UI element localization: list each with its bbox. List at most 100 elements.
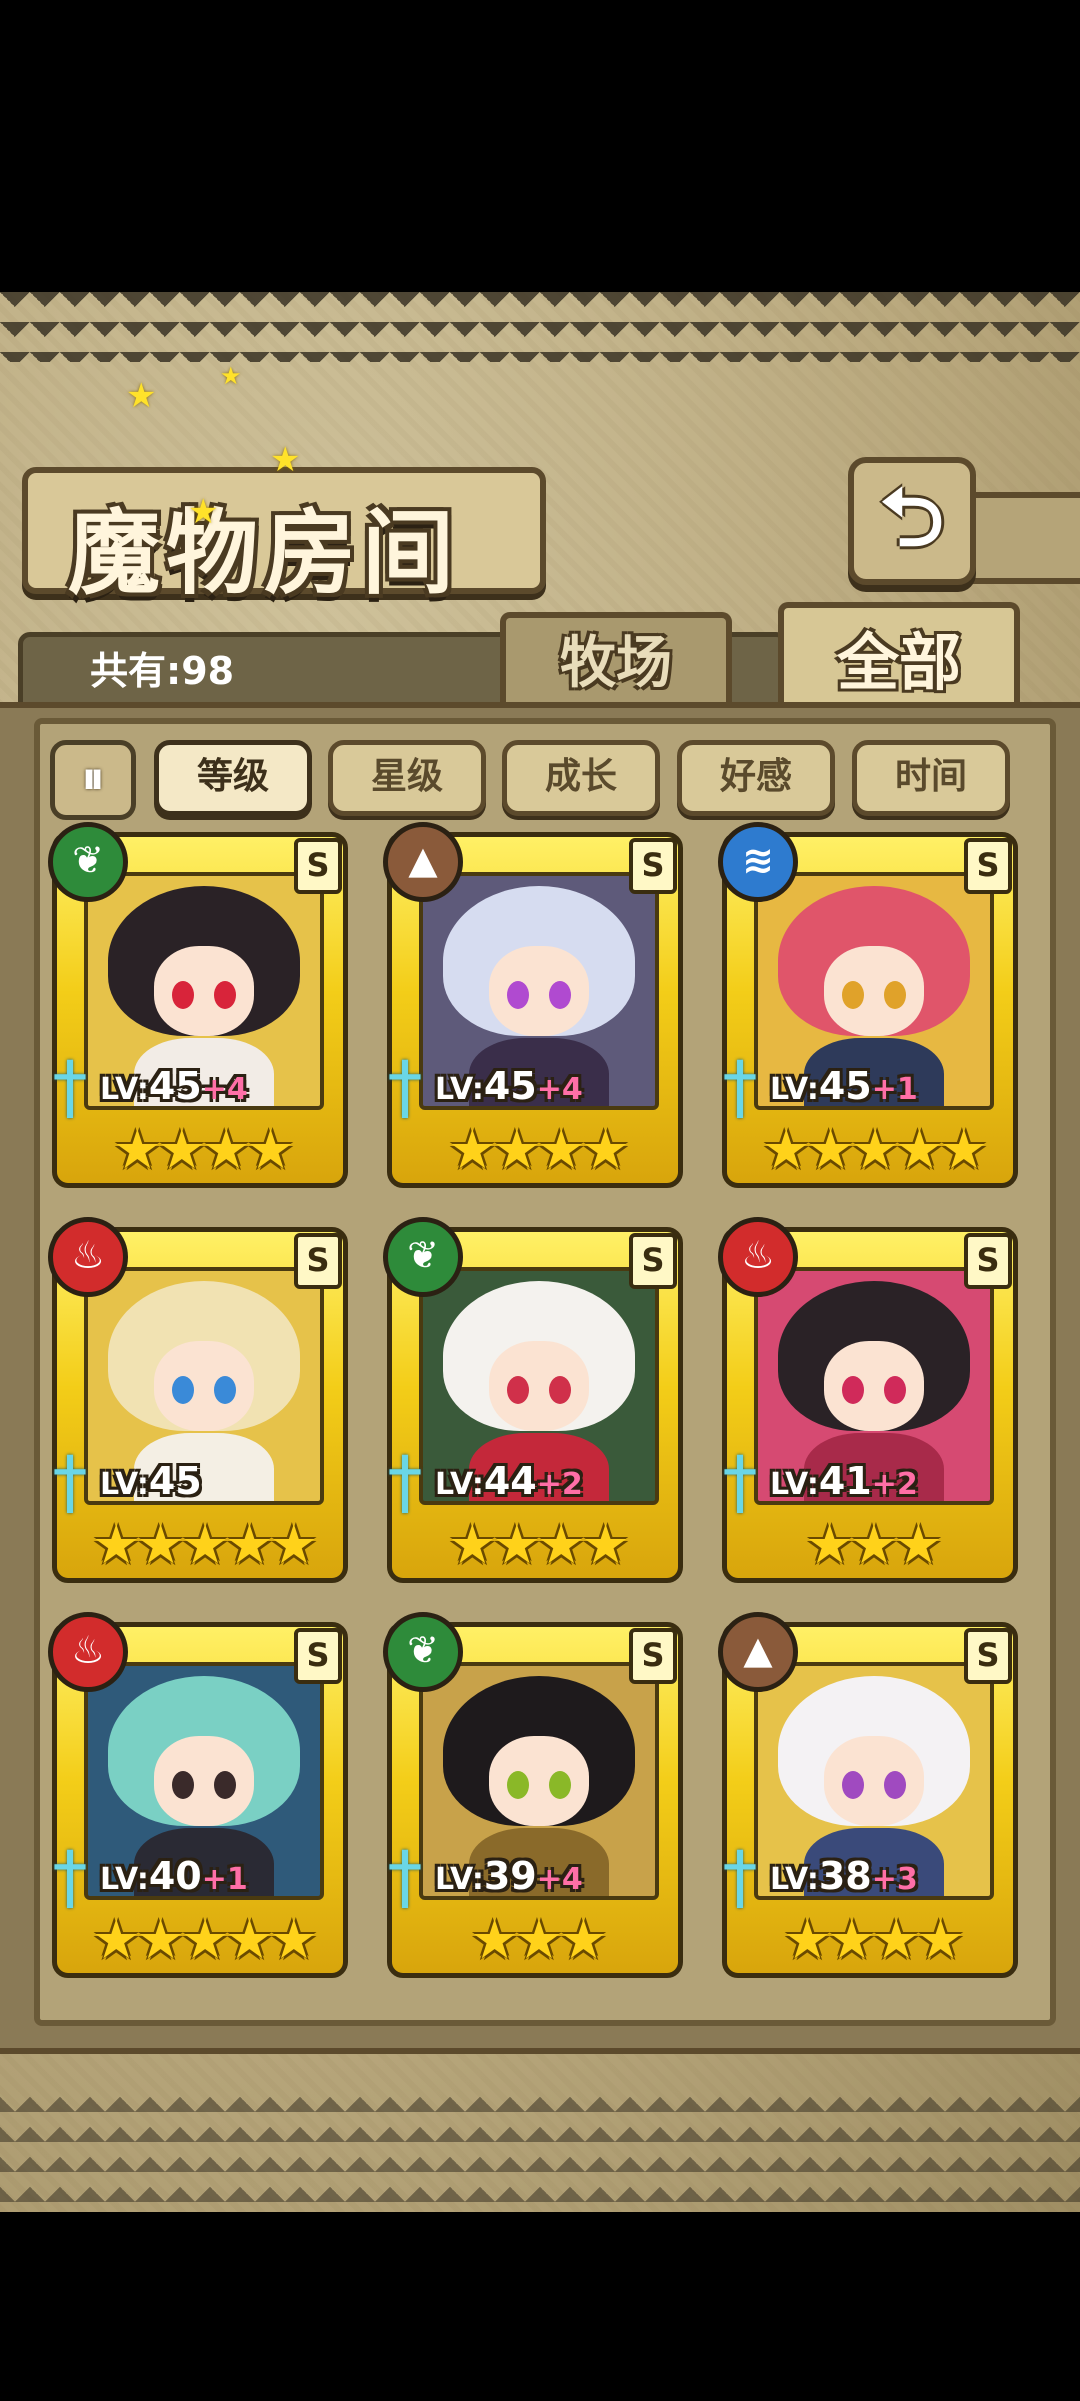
portrait-eye xyxy=(214,1376,236,1404)
level-value: 40 xyxy=(148,1854,202,1898)
monster-card[interactable]: ❦ S † LV:39+4 ★★★ xyxy=(383,1612,683,1978)
bottom-zigzag-border xyxy=(0,2082,1080,2212)
portrait-eye xyxy=(549,1376,571,1404)
star-rating: ★★★★ xyxy=(113,1118,295,1181)
portrait-face xyxy=(489,1341,589,1431)
monster-card[interactable]: ♨ S † LV:45 ★★★★★ xyxy=(48,1217,348,1583)
level-prefix: LV: xyxy=(770,1467,819,1502)
sword-icon: † xyxy=(52,1046,88,1128)
portrait-eye xyxy=(842,981,864,1009)
sword-icon: † xyxy=(387,1046,423,1128)
portrait-eye xyxy=(172,1376,194,1404)
portrait-eye xyxy=(884,1771,906,1799)
sword-icon: † xyxy=(387,1441,423,1523)
sort-level-button[interactable]: 等级 xyxy=(154,740,312,816)
portrait-eye xyxy=(214,1771,236,1799)
monster-card[interactable]: ❦ S † LV:45+4 ★★★★ xyxy=(48,822,348,1188)
monster-card[interactable]: ▲ S † LV:45+4 ★★★★ xyxy=(383,822,683,1188)
element-fire-icon: ♨ xyxy=(48,1217,128,1297)
element-water-icon: ≋ xyxy=(718,822,798,902)
monster-card[interactable]: ♨ S † LV:41+2 ★★★ xyxy=(718,1217,1018,1583)
element-nature-icon: ❦ xyxy=(383,1612,463,1692)
element-fire-icon: ♨ xyxy=(48,1612,128,1692)
element-fire-icon: ♨ xyxy=(718,1217,798,1297)
level-value: 45 xyxy=(148,1459,202,1503)
rank-badge: S xyxy=(294,1628,342,1684)
portrait-eye xyxy=(549,1771,571,1799)
monster-card[interactable]: ≋ S † LV:45+1 ★★★★★ xyxy=(718,822,1018,1188)
sort-affection-button[interactable]: 好感 xyxy=(677,740,835,816)
back-arrow-icon: ⮌ xyxy=(879,471,945,564)
level-label: LV:40+1 xyxy=(100,1854,330,1900)
level-value: 44 xyxy=(483,1459,537,1503)
level-label: LV:41+2 xyxy=(770,1459,1000,1505)
back-button[interactable]: ⮌ xyxy=(848,457,976,585)
portrait-face xyxy=(154,946,254,1036)
level-prefix: LV: xyxy=(770,1862,819,1897)
sparkle-star-icon: ★ xyxy=(220,362,242,390)
top-zigzag-border xyxy=(0,292,1080,362)
level-label: LV:44+2 xyxy=(435,1459,665,1505)
rank-badge: S xyxy=(964,838,1012,894)
element-earth-icon: ▲ xyxy=(718,1612,798,1692)
sort-growth-button[interactable]: 成长 xyxy=(502,740,660,816)
sort-time-button[interactable]: 时间 xyxy=(852,740,1010,816)
level-value: 39 xyxy=(483,1854,537,1898)
portrait-eye xyxy=(842,1376,864,1404)
sparkle-star-icon: ★ xyxy=(270,440,301,480)
level-label: LV:39+4 xyxy=(435,1854,665,1900)
title-plate: 魔物房间 xyxy=(22,467,546,607)
game-screen: 魔物房间 ★ ★ ★ ★ ⮌ 共有:98 牧场 全部 ⏸ 等级 星级 成长 好感… xyxy=(0,292,1080,2212)
portrait-eye xyxy=(507,1771,529,1799)
level-prefix: LV: xyxy=(770,1072,819,1107)
rank-badge: S xyxy=(294,838,342,894)
level-value: 41 xyxy=(818,1459,872,1503)
level-plus: +3 xyxy=(871,1862,918,1897)
sort-order-toggle[interactable]: ⏸ xyxy=(50,740,136,820)
level-label: LV:45+4 xyxy=(100,1064,330,1110)
portrait-eye xyxy=(172,981,194,1009)
monster-card[interactable]: ▲ S † LV:38+3 ★★★★ xyxy=(718,1612,1018,1978)
portrait-eye xyxy=(549,981,571,1009)
portrait-eye xyxy=(214,981,236,1009)
portrait-face xyxy=(489,946,589,1036)
level-plus: +2 xyxy=(536,1467,583,1502)
element-nature-icon: ❦ xyxy=(48,822,128,902)
tab-pasture[interactable]: 牧场 xyxy=(500,612,732,714)
portrait-face xyxy=(824,1736,924,1826)
portrait-face xyxy=(154,1341,254,1431)
star-rating: ★★★ xyxy=(805,1513,942,1576)
sparkle-star-icon: ★ xyxy=(126,376,157,416)
sword-icon: † xyxy=(52,1836,88,1918)
level-plus: +4 xyxy=(536,1072,583,1107)
level-value: 38 xyxy=(818,1854,872,1898)
portrait-face xyxy=(154,1736,254,1826)
star-rating: ★★★ xyxy=(470,1908,607,1971)
star-rating: ★★★★★ xyxy=(762,1118,988,1181)
rank-badge: S xyxy=(629,838,677,894)
portrait-eye xyxy=(172,1771,194,1799)
level-prefix: LV: xyxy=(100,1862,149,1897)
portrait-eye xyxy=(884,1376,906,1404)
level-value: 45 xyxy=(148,1064,202,1108)
portrait-eye xyxy=(507,981,529,1009)
monster-card[interactable]: ♨ S † LV:40+1 ★★★★★ xyxy=(48,1612,348,1978)
level-label: LV:45+1 xyxy=(770,1064,1000,1110)
rank-badge: S xyxy=(964,1233,1012,1289)
portrait-eye xyxy=(507,1376,529,1404)
level-plus: +1 xyxy=(871,1072,918,1107)
level-label: LV:45 xyxy=(100,1459,330,1505)
star-rating: ★★★★ xyxy=(783,1908,965,1971)
level-prefix: LV: xyxy=(435,1862,484,1897)
rank-badge: S xyxy=(629,1233,677,1289)
level-prefix: LV: xyxy=(100,1467,149,1502)
sort-star-button[interactable]: 星级 xyxy=(328,740,486,816)
monster-card[interactable]: ❦ S † LV:44+2 ★★★★ xyxy=(383,1217,683,1583)
portrait-face xyxy=(824,946,924,1036)
level-prefix: LV: xyxy=(435,1072,484,1107)
level-value: 45 xyxy=(818,1064,872,1108)
level-value: 45 xyxy=(483,1064,537,1108)
level-label: LV:38+3 xyxy=(770,1854,1000,1900)
sword-icon: † xyxy=(387,1836,423,1918)
star-rating: ★★★★★ xyxy=(92,1908,318,1971)
